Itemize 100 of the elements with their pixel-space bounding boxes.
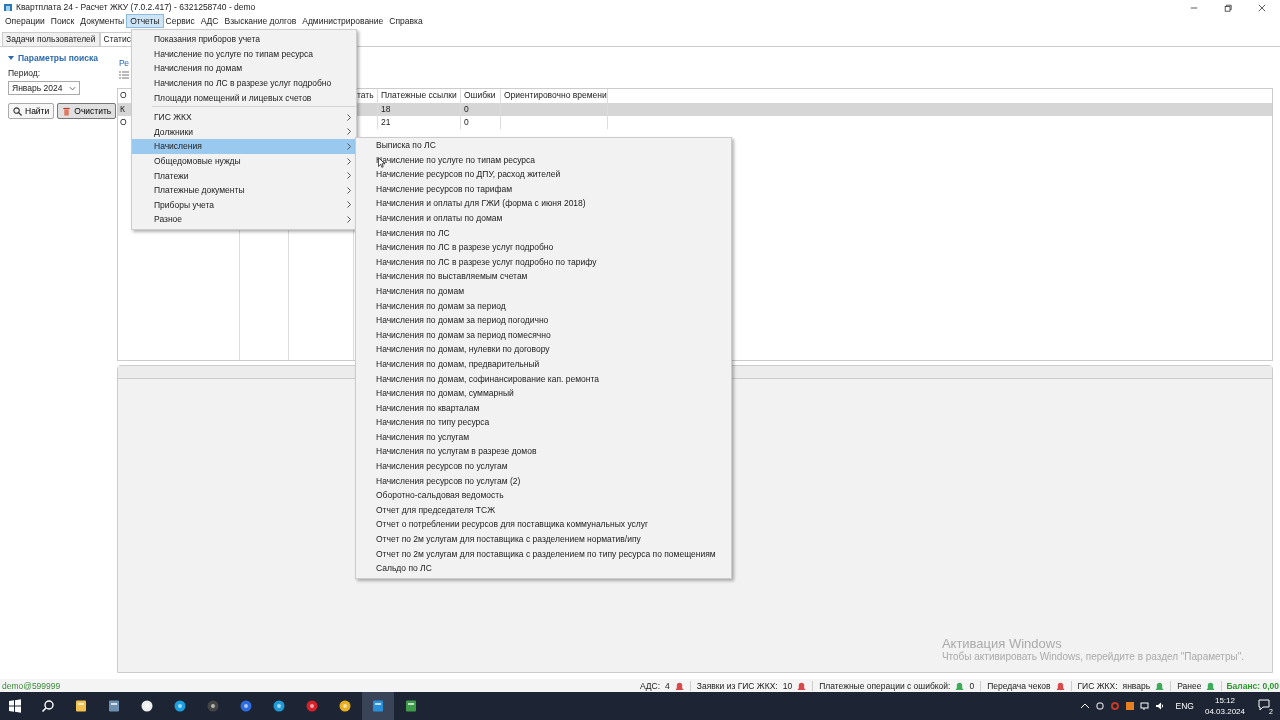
menu-item[interactable]: Начисление по услуге по типам ресурса [132,46,356,62]
app-icon[interactable] [338,699,352,713]
indicator-value: январь [1122,680,1151,691]
menu-item[interactable]: Операции [2,15,48,27]
start-icon[interactable] [8,699,22,713]
language-indicator[interactable]: ENG [1175,701,1194,711]
indicator-value: 10 [782,680,793,691]
activation-text: Чтобы активировать Windows, перейдите в раздел "Параметры". [941,651,1244,662]
close-icon[interactable] [1258,4,1266,12]
indicator-label: Передача чеков [987,680,1051,691]
table-cell: 0 [461,103,501,116]
collapse-icon[interactable] [8,55,14,61]
menu-item[interactable]: Начисление по услуге по типам ресурса [356,152,731,168]
app-icon[interactable] [173,699,187,713]
menu-item[interactable]: Начисления [132,139,356,154]
tab[interactable]: Задачи пользователей [2,32,100,46]
menu-item[interactable]: Начисления и оплаты по домам [356,210,731,226]
menu-item[interactable]: Начисления по домам, нулевки по договору [356,342,731,357]
indicator-label: Заявки из ГИС ЖКХ: [696,680,778,691]
menu-item[interactable]: Платежи [132,168,356,183]
window-title: Квартплата 24 - Расчет ЖКУ (7.0.2.417) - 6321258740 - demo [16,2,256,12]
menu-item[interactable]: Начисления по ЛС в разрезе услуг подробно [132,75,356,91]
clock[interactable]: 15:12 04.03.2024 [1204,695,1245,717]
table-cell: 21 [378,116,461,129]
indicator-label: Ранее [1177,680,1202,691]
period-dropdown[interactable]: Январь 2024 [8,81,80,95]
app-icon[interactable] [404,699,418,713]
app-icon[interactable] [305,699,319,713]
clear-button[interactable]: Очистить [57,103,117,119]
menu-item[interactable]: Начисление ресурсов по ДПУ, расход жителей [356,167,731,182]
menu-item[interactable]: Взыскание долгов [221,15,300,27]
app-icon[interactable] [272,699,286,713]
menu-item[interactable]: Начисление ресурсов по тарифам [356,181,731,197]
trash-icon [62,106,72,116]
chevron-icon [69,85,76,91]
chevron-up-icon[interactable] [1079,701,1090,711]
menu-item[interactable]: Начисления по услугам [356,429,731,445]
menu-item[interactable]: Начисления по услугам в разрезе домов [356,444,731,460]
menu-item[interactable]: Платежные документы [132,182,356,198]
menu-item[interactable]: Начисления по домам за период помесячно [356,327,731,343]
indicator-label: АДС: [639,680,661,691]
menu-item[interactable]: Общедомовые нужды [132,153,356,169]
network-icon[interactable] [1139,701,1150,711]
menu-item[interactable]: Справка [386,15,426,27]
menu-item[interactable]: АДС [197,15,222,27]
menu-item[interactable]: Сальдо по ЛС [356,561,731,576]
menu-item[interactable]: Начисления по домам за период [356,298,731,314]
menu-item[interactable]: Сервис [162,15,198,27]
table-cell: 18 [378,103,461,116]
find-button[interactable]: Найти [8,103,55,119]
menu-item[interactable]: Отчет о потреблении ресурсов для поставщика коммунальных услуг [356,517,731,533]
menu-item[interactable]: Отчет по 2м услугам для поставщика с разделением по типу ресурса по помещениям [356,546,731,562]
menu-item[interactable]: Показания приборов учета [132,32,356,47]
volume-icon[interactable] [1154,701,1165,711]
app-icon[interactable] [74,699,88,713]
menu-item[interactable]: Начисления и оплаты для ГЖИ (форма с июня 2018) [356,196,731,211]
menu-item[interactable]: Начисления по домам, предварительный [356,356,731,372]
menu-item[interactable]: Документы [77,15,128,27]
menu-item[interactable]: Начисления по кварталам [356,400,731,416]
menu-item[interactable]: Отчеты [127,15,163,27]
menu-item[interactable]: Начисления по домам за период погодично [356,313,731,328]
indicator-value: 0 [969,680,975,691]
menu-item[interactable]: Начисления ресурсов по услугам (2) [356,473,731,489]
activation-title: Активация Windows [941,636,1063,651]
menu-item[interactable]: Начисления по домам, софинансирование кап. ремонта [356,371,731,387]
menu-item[interactable]: Начисления по домам [132,61,356,76]
indicator-label: ГИС ЖКХ: [1077,680,1118,691]
app-icon [3,2,13,12]
menu-item[interactable]: Разное [132,212,356,227]
menu-item[interactable]: Отчет для председателя ТСЖ [356,502,731,518]
period-label: Период: [8,68,42,78]
tray-app-icon[interactable] [1124,701,1135,711]
search-icon[interactable] [41,699,55,713]
app-icon[interactable] [239,699,253,713]
menu-item[interactable]: Начисления по домам [356,283,731,299]
menu-item[interactable]: Администрирование [299,15,387,27]
panel-title: Параметры поиска [18,53,98,63]
app-icon[interactable] [140,699,154,713]
menu-item[interactable]: Начисления по ЛС в разрезе услуг подробно по тарифу [356,254,731,270]
menu-item[interactable]: Приборы учета [132,197,356,213]
app-icon[interactable] [107,699,121,713]
menu-item[interactable]: Оборотно-сальдовая ведомость [356,488,731,503]
tray-app-icon[interactable] [1094,701,1105,711]
balance-label: Баланс: 0,00 [1225,680,1280,691]
menu-item[interactable]: Поиск [47,15,78,27]
menu-item[interactable]: Начисления по ЛС в разрезе услуг подробно [356,240,731,255]
user-label: demo@599999 [2,680,61,691]
menu-item[interactable]: Начисления ресурсов по услугам [356,459,731,474]
menu-item[interactable]: Начисления по выставляемым счетам [356,269,731,284]
menu-item[interactable]: Начисления по типу ресурса [356,415,731,430]
search-icon [13,106,22,116]
menu-item[interactable]: Начисления по ЛС [356,225,731,241]
menu-item[interactable]: Отчет по 2м услугам для поставщика с разделением норматив/ипу [356,532,731,547]
indicator-value: 4 [665,680,670,691]
table-cell: 0 [461,116,501,129]
indicator-label: Платежные операции с ошибкой: [819,680,951,691]
restore-icon[interactable] [1224,4,1232,12]
menu-item[interactable]: Выписка по ЛС [356,138,731,153]
menu-item[interactable]: Начисления по домам, суммарный [356,386,731,401]
app-icon[interactable] [206,699,220,713]
